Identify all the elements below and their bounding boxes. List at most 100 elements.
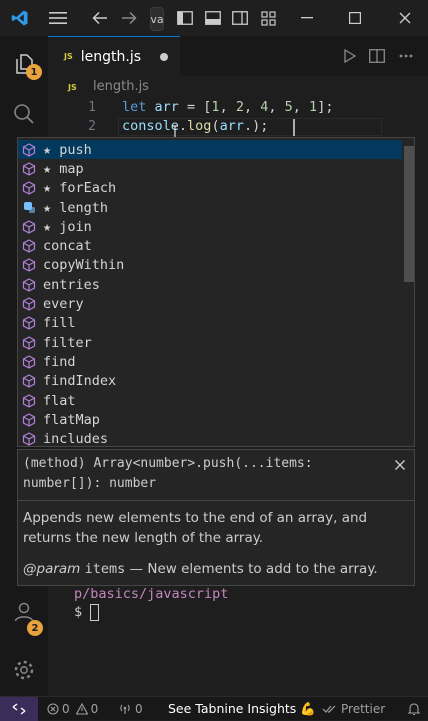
explorer-badge: 1 [26,64,42,80]
method-signature: (method) Array<number>.push(...items: nu… [23,456,313,491]
suggestion-item[interactable]: ★ forEach [18,179,402,198]
problems-status[interactable]: 0 0 [47,697,98,720]
run-icon[interactable] [338,36,362,76]
search-icon[interactable] [0,90,48,138]
suggestion-item[interactable]: ★ join [18,217,402,236]
suggestion-label: copyWithin [43,257,125,274]
accounts-badge: 2 [27,620,43,636]
suggestion-label: ★ push [43,141,92,158]
text-cursor [293,119,295,136]
details-divider [18,500,414,501]
warning-icon [75,702,88,715]
suggest-widget[interactable]: ★ push ★ map ★ forEach ★ length ★ join concat… [17,137,415,447]
toggle-panel-icon[interactable] [202,0,224,36]
prettier-label: Prettier [341,701,386,716]
close-window-icon[interactable] [390,0,420,36]
suggestion-label: entries [43,276,100,293]
method-cube-icon [22,220,36,234]
suggestion-item[interactable]: flatMap [18,410,402,429]
error-count: 0 [62,701,70,716]
suggestion-label: every [43,296,84,313]
suggest-scrollbar[interactable] [404,146,414,282]
suggestion-item[interactable]: ★ length [18,198,402,217]
code-line-2: console.log(arr.); [122,118,269,134]
editor-tab-bar: JS length.js [48,36,428,76]
code-line-1: let arr = [1, 2, 4, 5, 1]; [122,99,334,115]
tab-length-js[interactable]: JS length.js [48,36,180,76]
breadcrumb: JS length.js [48,76,428,98]
forward-arrow-icon[interactable] [117,0,141,36]
suggestion-label: includes [43,431,109,447]
suggestion-label: find [43,353,76,370]
menu-icon[interactable] [44,0,72,36]
close-details-icon[interactable] [394,456,408,470]
notifications-bell-icon[interactable] [404,697,424,720]
suggestion-label: flat [43,392,76,409]
suggestion-item[interactable]: flat [18,391,402,410]
method-cube-icon [22,142,36,157]
method-cube-icon [22,355,36,369]
warning-count: 0 [90,701,99,716]
method-cube-icon [22,374,36,388]
method-cube-icon [22,316,36,331]
vscode-logo-icon[interactable] [6,0,34,36]
param-doc: @param items — New elements to add to th… [23,561,378,577]
suggestion-item[interactable]: entries [18,275,402,294]
param-name: items [84,561,126,577]
toggle-secondary-sidebar-icon[interactable] [229,0,251,36]
tab-label: length.js [80,48,142,65]
terminal-path: p/basics/javascript [74,586,229,602]
method-cube-icon [22,181,36,195]
terminal-cursor[interactable] [90,604,99,621]
customize-layout-icon[interactable] [257,0,279,36]
method-cube-icon [22,393,36,408]
suggestion-label: fill [43,315,76,332]
method-cube-icon [22,239,36,253]
tabnine-insights[interactable]: See Tabnine Insights 💪 [168,697,316,720]
settings-gear-icon[interactable] [0,646,48,694]
broadcast-icon [120,704,130,714]
suggestion-item[interactable]: filter [18,333,402,352]
suggestion-item[interactable]: includes [18,430,402,447]
suggestion-label: findIndex [43,373,117,390]
double-check-icon [322,705,336,713]
line-number: 1 [88,100,96,115]
method-cube-icon [22,297,36,311]
maximize-icon[interactable] [340,0,370,36]
breadcrumb-file[interactable]: length.js [93,79,149,94]
suggestion-label: ★ join [43,218,92,235]
method-cube-icon [22,278,36,292]
ports-count: 0 [135,701,143,716]
toggle-primary-sidebar-icon[interactable] [174,0,196,36]
suggestion-item[interactable]: ★ map [18,159,402,178]
split-editor-icon[interactable] [365,36,389,76]
line-number: 2 [88,119,96,134]
property-wrench-icon [22,201,36,215]
remote-indicator-icon[interactable] [0,697,38,721]
suggestion-label: ★ forEach [43,180,117,197]
method-cube-icon [22,162,36,176]
command-center-search[interactable]: va [150,7,164,31]
back-arrow-icon[interactable] [88,0,112,36]
ports-status[interactable]: 0 [118,697,143,720]
minimize-icon[interactable] [292,0,322,36]
more-actions-icon[interactable] [393,36,419,76]
suggestion-item[interactable]: findIndex [18,372,402,391]
suggest-details: (method) Array<number>.push(...items: nu… [17,449,415,586]
method-cube-icon [22,413,36,427]
suggestion-item[interactable]: every [18,294,402,313]
suggestion-item[interactable]: find [18,352,402,371]
explorer-icon[interactable] [0,40,48,88]
suggestion-item[interactable]: copyWithin [18,256,402,275]
method-cube-icon [22,258,36,273]
unsaved-dot-icon[interactable] [160,53,168,61]
js-file-icon: JS [64,52,73,61]
suggestion-label: concat [43,238,92,255]
suggestion-item[interactable]: ★ push [18,140,402,160]
prettier-status[interactable]: Prettier [322,697,385,720]
method-description: Appends new elements to the end of an ar… [23,510,368,546]
suggestion-item[interactable]: fill [18,314,402,333]
error-icon [47,702,59,715]
suggestion-item[interactable]: concat [18,237,402,256]
param-description: — New elements to add to the array. [125,561,378,577]
